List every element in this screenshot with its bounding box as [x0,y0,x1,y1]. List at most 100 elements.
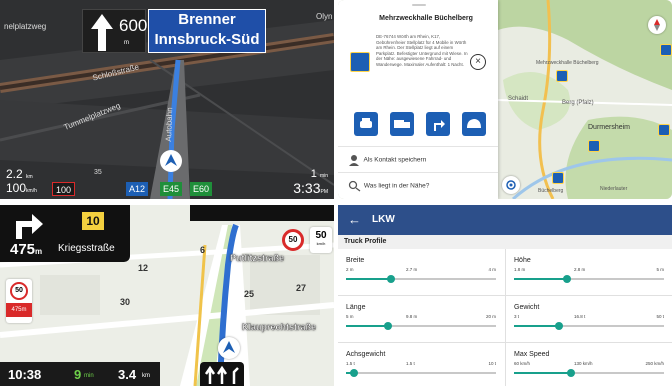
setting-scale: 2 m 2.7 m 4 m [346,267,496,274]
poi-marker[interactable] [658,124,670,136]
remaining-minutes-unit: min [84,373,94,379]
back-button[interactable]: ← [348,212,361,227]
close-button[interactable]: × [470,54,486,70]
setting-label: Länge [346,304,366,311]
scale-mid: 2.8 m [574,267,586,272]
trip-info-right: 1 min 3:33PM [293,168,328,196]
scale-mid: 1.5 t [406,361,415,366]
camper-poi-icon [350,52,370,72]
navigation-night-panel: 600 m Brenner Innsbruck-Süd nelplatzweg … [0,0,334,199]
maneuver-distance: 600 [119,16,148,35]
speed-limit-badge: 100 [52,182,76,196]
slider-thumb[interactable] [555,322,563,330]
setting-block: Gewicht 3 t 16.8 t 50 t [514,304,664,330]
maneuver-distance: 475 [10,241,36,258]
scale-max: 5 m [656,267,664,272]
house-number: 12 [138,263,149,273]
setting-slider[interactable] [346,275,496,283]
scale-min: 1.8 m [514,267,526,272]
scale-min: 2 m [346,267,354,272]
turn-right-icon [16,214,43,239]
setting-slider[interactable] [514,275,664,283]
house-number: 30 [120,297,131,307]
slider-thumb[interactable] [384,322,392,330]
map-place-label: Berg (Pfalz) [562,100,594,106]
setting-slider[interactable] [346,322,496,330]
save-contact-row[interactable]: Als Kontakt speichern [348,154,426,166]
poi-marker[interactable] [556,70,568,82]
scale-min: 60 km/h [514,361,531,366]
arrival-time: 3:33 [293,180,321,196]
setting-label: Höhe [514,257,531,264]
drag-handle[interactable] [412,4,426,6]
directions-button[interactable] [426,112,450,136]
road-badge-e60: E60 [190,182,213,196]
car-route-button[interactable] [354,112,378,136]
car-icon [360,118,372,128]
setting-scale: 1.8 m 2.8 m 5 m [514,267,664,274]
poi-details-panel: Mehrzweckhalle Büchelberg Schaidt Berg (… [338,0,672,199]
maneuver-panel: 600 m [82,9,148,53]
map-place-label: Mehrzweckhalle Büchelberg [536,60,599,66]
poi-marker[interactable] [552,172,564,184]
map-place-label: Durmersheim [588,124,631,131]
slider-fill [514,325,559,327]
navigation-arrow-icon [165,154,177,166]
divider [338,146,498,147]
slider-thumb[interactable] [562,275,571,283]
road-badge-a12: A12 [126,182,149,196]
house-number: 25 [244,289,255,299]
setting-slider[interactable] [346,369,496,377]
destination-line-2: Innsbruck-Süd [154,31,260,48]
slider-thumb[interactable] [349,369,358,377]
truck-icon [394,120,410,128]
poi-title: Mehrzweckhalle Büchelberg [379,15,473,22]
setting-scale: 5 m 9.8 m 20 m [346,314,496,321]
straight-arrow-icon [91,14,113,51]
remaining-distance: 3.4 [118,367,137,382]
nearby-row[interactable]: Was liegt in der Nähe? [348,180,429,192]
current-speed-value: 50 [315,230,327,241]
street-label: Putlitzstraße [230,253,285,263]
compass-button[interactable] [648,16,666,34]
current-speed: 50 km/h [310,227,332,253]
share-button[interactable] [462,112,486,136]
poi-marker[interactable] [588,140,600,152]
divider [338,172,498,173]
street-label: nelplatzweg [4,22,47,31]
road-badge-e45: E45 [160,182,183,196]
truck-profile-panel: ← LKW Truck Profile Breite 2 m 2.7 m 4 m Höh… [338,205,672,386]
poi-marker[interactable] [660,44,672,56]
setting-block: Länge 5 m 9.8 m 20 m [346,304,496,330]
distance-unit: km [26,174,33,180]
setting-block: Max Speed 60 km/h 130 km/h 250 km/h [514,351,664,377]
lane-arrows-icon [204,365,239,384]
distance-value: 2.2 [6,167,23,181]
setting-slider[interactable] [514,369,664,377]
scale-mid: 9.8 m [406,314,418,319]
scale-min: 1.5 t [346,361,355,366]
slider-thumb[interactable] [567,369,575,377]
street-label: Klauprechtstraße [242,322,317,332]
scale-min: 3 t [514,314,520,319]
helmet-icon [467,119,481,128]
locate-me-button[interactable] [502,176,520,194]
setting-scale: 3 t 16.8 t 50 t [514,314,664,321]
arrival-time: 10:38 [8,367,42,382]
house-number: 6 [200,245,206,255]
page-title: LKW [372,214,395,225]
setting-slider[interactable] [514,322,664,330]
slider-fill [346,278,391,280]
trip-summary-bar[interactable]: 10:38 9 min 3.4 km [0,362,160,386]
slider-fill [514,278,567,280]
maneuver-panel: 10 475m Kriegsstraße [0,205,130,262]
speed-camera-limit: 50 [10,282,28,300]
slider-fill [514,372,571,374]
save-contact-label: Als Kontakt speichern [363,156,427,164]
truck-route-button[interactable] [390,112,414,136]
setting-label: Max Speed [514,351,550,358]
search-nearby-icon [348,180,361,192]
compass-icon [654,19,660,31]
slider-thumb[interactable] [387,275,395,283]
street-label: Autobahn [164,107,175,142]
